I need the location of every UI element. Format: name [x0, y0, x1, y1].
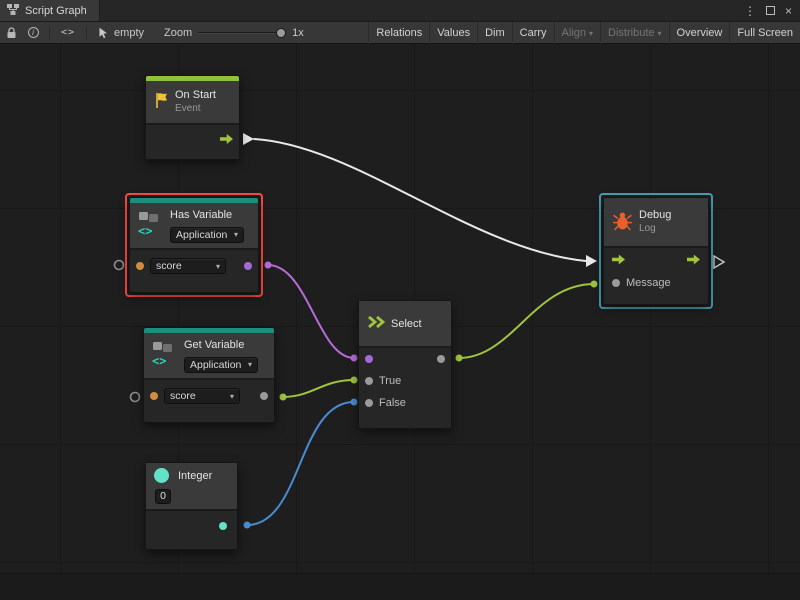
variable-icon: <>: [152, 341, 178, 371]
maximize-icon[interactable]: [766, 6, 775, 15]
toolbar-separator: [86, 26, 87, 40]
info-icon[interactable]: i: [22, 22, 44, 44]
chevron-down-icon: ▾: [234, 230, 238, 239]
code-preview-toggle[interactable]: <>: [55, 27, 81, 38]
chevron-down-icon: ▾: [248, 360, 252, 369]
false-input-port[interactable]: [365, 399, 373, 407]
align-button[interactable]: Align▾: [554, 22, 600, 44]
full-screen-button[interactable]: Full Screen: [729, 22, 800, 44]
node-title: Select: [391, 318, 422, 330]
variable-icon: <>: [138, 211, 164, 241]
close-icon[interactable]: ×: [785, 5, 792, 17]
zoom-value: 1x: [292, 27, 304, 39]
selection-status: empty: [92, 27, 150, 39]
variable-name-dropdown[interactable]: score ▾: [150, 258, 226, 274]
node-integer[interactable]: Integer 0: [145, 462, 238, 550]
wire-on-start-to-debug-log[interactable]: [254, 139, 586, 261]
relations-button[interactable]: Relations: [368, 22, 429, 44]
select-icon: [367, 315, 385, 332]
zoom-slider-track[interactable]: [198, 32, 286, 34]
port-label: Message: [626, 277, 671, 289]
integer-output-port[interactable]: [219, 522, 227, 530]
toolbar-separator: [49, 26, 50, 40]
node-title: On Start: [175, 89, 216, 102]
node-subtitle: Log: [639, 223, 671, 235]
get-variable-unconnected-input-port[interactable]: [131, 393, 140, 402]
wire-has-variable-to-select[interactable]: [268, 265, 354, 358]
node-title: Integer: [178, 470, 229, 482]
trigger-output-port[interactable]: [220, 134, 233, 144]
graph-toolbar: i <> empty Zoom 1x Relations Values Dim …: [0, 22, 800, 44]
bug-icon: [612, 210, 633, 234]
trigger-input-port[interactable]: [612, 255, 625, 265]
trigger-output-port[interactable]: [687, 255, 700, 265]
port-label: True: [379, 375, 401, 387]
dim-button[interactable]: Dim: [477, 22, 512, 44]
continuation-arrow-icon: [714, 256, 724, 268]
menu-icon[interactable]: ⋮: [744, 5, 756, 17]
variable-scope-dropdown[interactable]: Application ▾: [170, 227, 244, 243]
node-title: Debug: [639, 209, 671, 222]
selection-output-port[interactable]: [437, 355, 445, 363]
titlebar: Script Graph ⋮ ×: [0, 0, 800, 22]
tab-title: Script Graph: [25, 5, 87, 17]
integer-icon: [154, 468, 169, 483]
cursor-icon: [98, 27, 109, 39]
variable-name-dropdown[interactable]: score ▾: [164, 388, 240, 404]
node-title: Get Variable: [184, 339, 266, 351]
unity-visual-scripting-window: Script Graph ⋮ × i <> empty Zoom 1x Rela…: [0, 0, 800, 600]
node-title: Has Variable: [170, 209, 250, 221]
wire-select-to-debug-message[interactable]: [459, 284, 594, 358]
node-has-variable[interactable]: <> Has Variable Application ▾ score ▾: [129, 197, 259, 293]
chevron-down-icon: ▾: [216, 262, 220, 271]
message-input-port[interactable]: [612, 279, 620, 287]
port-label: False: [379, 397, 406, 409]
zoom-slider[interactable]: [198, 22, 286, 44]
wire-end-arrow-icon: [586, 255, 597, 267]
tab-script-graph[interactable]: Script Graph: [0, 0, 100, 21]
node-subtitle: Event: [175, 103, 216, 115]
carry-button[interactable]: Carry: [512, 22, 554, 44]
wire-start-arrow-icon: [243, 133, 254, 145]
variable-name-input-port[interactable]: [136, 262, 144, 270]
integer-value-field[interactable]: 0: [155, 489, 171, 504]
node-get-variable[interactable]: <> Get Variable Application ▾ score ▾: [143, 327, 275, 423]
flag-icon: [154, 92, 169, 112]
has-variable-unconnected-input-port[interactable]: [115, 261, 124, 270]
svg-text:<>: <>: [152, 354, 166, 368]
svg-text:<>: <>: [138, 224, 152, 238]
variable-name-input-port[interactable]: [150, 392, 158, 400]
node-has-variable-selection: <> Has Variable Application ▾ score ▾: [125, 193, 263, 297]
chevron-down-icon: ▾: [230, 392, 234, 401]
node-debug-log[interactable]: Debug Log Message: [603, 197, 709, 305]
script-graph-icon: [7, 4, 19, 18]
value-output-port[interactable]: [260, 392, 268, 400]
zoom-slider-handle[interactable]: [276, 28, 286, 38]
graph-canvas[interactable]: On Start Event <> Has Variable: [0, 44, 800, 600]
condition-input-port[interactable]: [365, 355, 373, 363]
lock-icon[interactable]: [0, 22, 22, 44]
distribute-button[interactable]: Distribute▾: [600, 22, 668, 44]
canvas-bottom-strip: [0, 573, 800, 600]
empty-label: empty: [114, 27, 144, 39]
zoom-label: Zoom: [164, 27, 192, 39]
chevron-down-icon: ▾: [658, 29, 662, 38]
window-controls: ⋮ ×: [744, 0, 800, 21]
true-input-port[interactable]: [365, 377, 373, 385]
boolean-output-port[interactable]: [244, 262, 252, 270]
overview-button[interactable]: Overview: [669, 22, 730, 44]
variable-scope-dropdown[interactable]: Application ▾: [184, 357, 258, 373]
wire-get-variable-to-select-true[interactable]: [283, 380, 354, 397]
node-select[interactable]: Select True False: [358, 300, 452, 429]
chevron-down-icon: ▾: [589, 29, 593, 38]
node-debug-log-selection: Debug Log Message: [599, 193, 713, 309]
values-button[interactable]: Values: [429, 22, 477, 44]
node-on-start[interactable]: On Start Event: [145, 75, 240, 160]
